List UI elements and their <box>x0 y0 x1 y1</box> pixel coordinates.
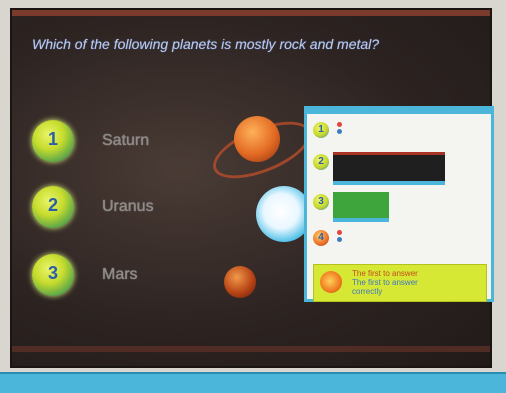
top-border <box>12 10 490 16</box>
option-label: Mars <box>102 266 138 283</box>
answer-option-1[interactable]: 1 Saturn <box>32 120 192 164</box>
question-text: Which of the following planets is mostly… <box>32 36 380 52</box>
sun-icon <box>320 271 342 293</box>
response-dots-icon <box>337 122 343 136</box>
saturn-image <box>234 116 280 162</box>
banner-line-3: correctly <box>352 287 383 296</box>
answer-option-3[interactable]: 3 Mars <box>32 254 192 298</box>
option-label: Uranus <box>102 198 154 215</box>
option-label: Saturn <box>102 132 150 149</box>
first-answer-banner: The first to answer The first to answer … <box>313 264 487 302</box>
response-number-badge: 1 <box>313 122 329 138</box>
option-number: 1 <box>47 129 58 149</box>
bottom-border <box>12 346 490 352</box>
banner-line-2: The first to answer <box>352 278 418 287</box>
response-bar <box>333 152 445 185</box>
quiz-screen: Which of the following planets is mostly… <box>10 8 494 368</box>
option-number: 2 <box>47 195 58 215</box>
response-row-2: 2 <box>313 152 483 185</box>
answer-option-2[interactable]: 2 Uranus <box>32 186 192 230</box>
response-row-4: 4 <box>313 228 483 252</box>
response-number-badge: 2 <box>313 154 329 170</box>
response-bar <box>333 192 389 222</box>
response-number-badge: 3 <box>313 194 329 210</box>
banner-line-1: The first to answer <box>352 269 418 278</box>
option-number: 3 <box>47 263 58 283</box>
response-row-3: 3 <box>313 192 483 222</box>
response-number-badge: 4 <box>313 230 329 246</box>
response-panel: 1 2 3 4 The first to answer The first to… <box>304 106 494 302</box>
response-row-1: 1 <box>313 120 483 144</box>
mars-image <box>224 266 256 298</box>
response-dots-icon <box>337 230 343 244</box>
footer-strip <box>0 372 506 393</box>
